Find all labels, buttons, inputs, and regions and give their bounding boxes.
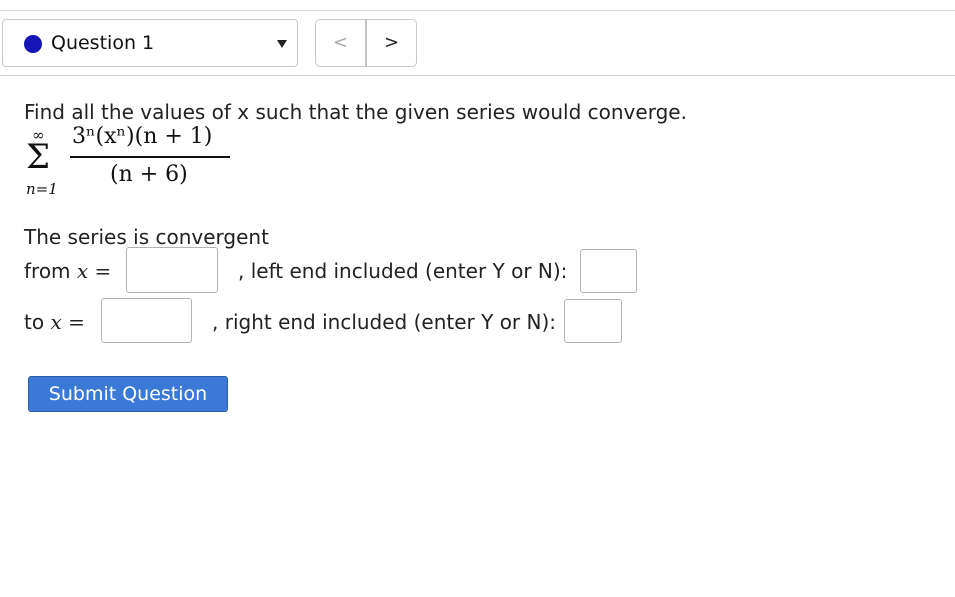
question-select-label: Question 1 bbox=[51, 32, 155, 54]
question-select[interactable]: Question 1 bbox=[2, 19, 298, 67]
sum-lower-limit: n=1 bbox=[26, 180, 58, 198]
next-question-button[interactable]: > bbox=[366, 19, 417, 67]
right-end-included-input[interactable] bbox=[564, 299, 622, 343]
summation-symbol: Σ bbox=[26, 137, 51, 177]
right-end-label: , right end included (enter Y or N): bbox=[212, 310, 557, 334]
variable-x: x bbox=[50, 310, 62, 334]
from-x-input[interactable] bbox=[126, 247, 218, 293]
caret-down-icon bbox=[277, 40, 287, 48]
variable-x: x bbox=[76, 259, 89, 283]
header-divider bbox=[0, 75, 955, 76]
equals-sign: = bbox=[94, 259, 112, 283]
series-numerator: 3ⁿ(xⁿ)(n + 1) bbox=[72, 124, 213, 149]
to-label: to x = bbox=[24, 310, 85, 334]
from-label: from x = bbox=[24, 259, 112, 283]
problem-prompt: Find all the values of x such that the g… bbox=[24, 100, 687, 124]
left-end-included-input[interactable] bbox=[580, 249, 637, 293]
to-x-input[interactable] bbox=[101, 298, 192, 343]
left-end-label: , left end included (enter Y or N): bbox=[238, 259, 568, 283]
series-denominator: (n + 6) bbox=[110, 162, 188, 187]
previous-question-button[interactable]: < bbox=[315, 19, 366, 67]
convergence-statement: The series is convergent bbox=[24, 225, 269, 249]
top-divider bbox=[0, 10, 955, 11]
question-status-dot bbox=[24, 35, 42, 53]
submit-question-button[interactable]: Submit Question bbox=[28, 376, 228, 412]
fraction-bar bbox=[70, 156, 230, 158]
equals-sign: = bbox=[68, 310, 85, 334]
